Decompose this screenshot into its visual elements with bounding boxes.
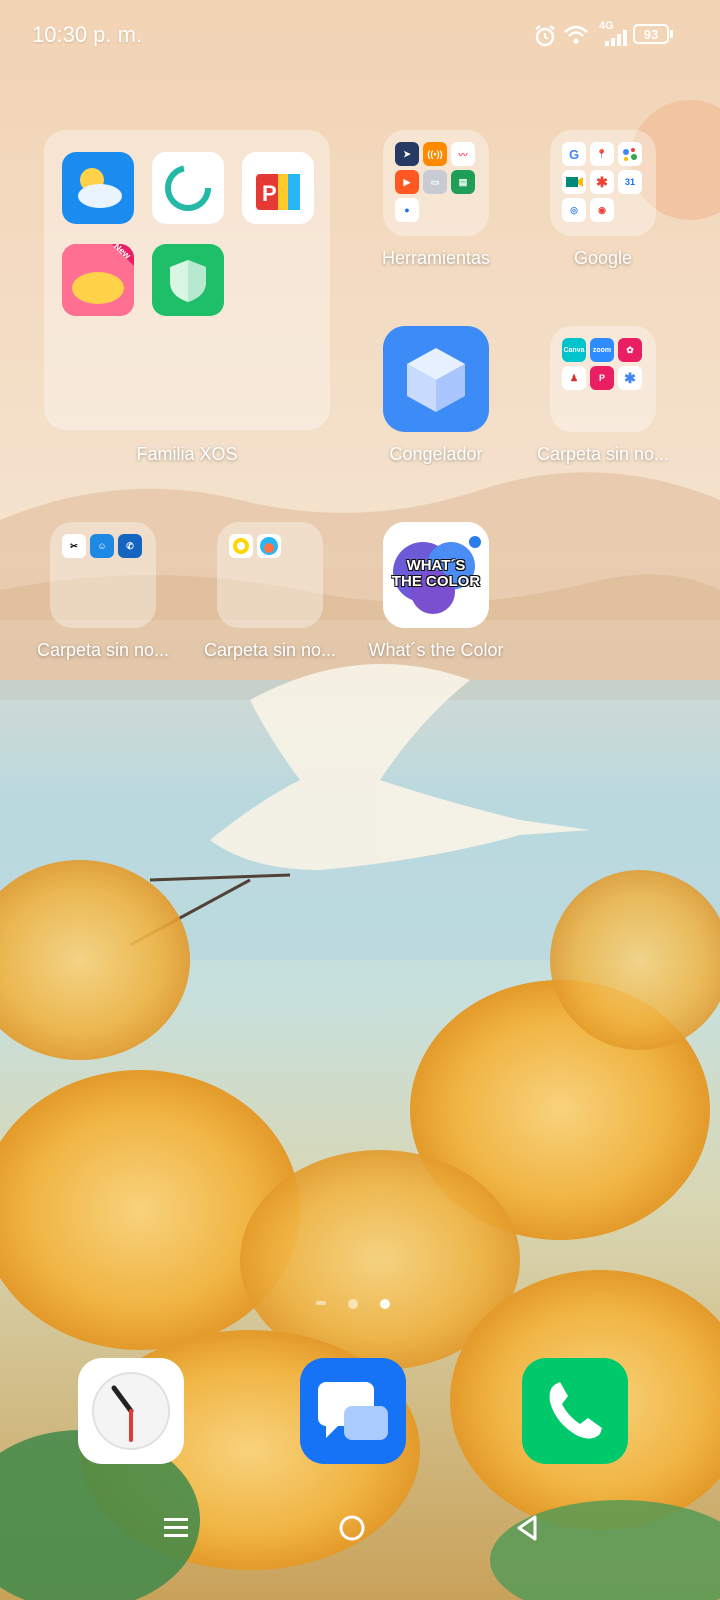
file-icon: ▭ [423,170,447,194]
p-app-icon: P [590,366,614,390]
status-time: 10:30 p. m. [32,22,143,47]
star-app-icon: ✱ [618,366,642,390]
recents-nav-button[interactable] [146,1498,206,1558]
folder-label-google: Google [573,248,633,268]
whats-the-color-app-icon[interactable]: WHAT´S THE COLOR [383,522,489,628]
battery-tip [670,30,673,38]
page-dot-1[interactable] [348,1299,358,1309]
calendar-icon: 31 [618,170,642,194]
page-dot-2-active[interactable] [380,1299,390,1309]
wps-office-icon[interactable]: P [242,152,314,224]
assistant-icon [618,142,642,166]
signal-icon [605,30,627,46]
whats-color-icon-text-1: WHAT´S [406,557,466,574]
folder-label-familia-xos: Familia XOS [136,444,238,464]
app-label-congelador: Congelador [389,444,483,464]
folder-familia-xos[interactable]: P New [44,130,330,430]
folder-carpeta-sin-nombre-2[interactable]: ✂ ☺ ✆ [50,522,156,628]
canva-icon: Canva [562,338,586,362]
menu-icon [164,1518,188,1537]
battery-indicator: 93 [633,24,669,44]
back-nav-button[interactable] [498,1498,558,1558]
page-indicator-minus1 [316,1301,326,1305]
avatar-app-icon: ☺ [90,534,114,558]
security-shield-icon[interactable] [152,244,224,316]
app-label-whats-the-color: What´s the Color [368,640,504,660]
capcut-icon: ✂ [62,534,86,558]
contacts-icon: ● [395,198,419,222]
folder-label-carpeta-1: Carpeta sin no... [536,444,670,464]
folder-label-herramientas: Herramientas [381,248,491,268]
flower-app-icon: ✿ [618,338,642,362]
folder-herramientas[interactable]: ➤ ((•)) 〰 ▶ ▭ ▤ ● [383,130,489,236]
folder-carpeta-sin-nombre-3[interactable] [217,522,323,628]
home-circle-icon [339,1515,365,1541]
hotspot-icon: ((•)) [423,142,447,166]
phone-app-icon[interactable] [522,1358,628,1464]
sheets-icon: ▤ [451,170,475,194]
folder-carpeta-sin-nombre-1[interactable]: Canva zoom ✿ ♟ P ✱ [550,326,656,432]
phone-app-mini-icon: ✆ [118,534,142,558]
whats-color-icon-text-2: THE COLOR [391,573,481,590]
ahagames-icon[interactable]: New [62,244,134,316]
navigator-icon: ➤ [395,142,419,166]
wifi-icon [563,24,589,46]
photos-icon: ✱ [590,170,614,194]
battery-level: 93 [643,26,659,42]
video-player-icon: ▶ [395,170,419,194]
voice-recorder-icon: 〰 [451,142,475,166]
folder-google[interactable]: G 📍 ✱ 31 ◎ ◉ [550,130,656,236]
youtube-music-icon: ◉ [590,198,614,222]
alarm-icon [533,24,557,48]
folder-label-carpeta-3: Carpeta sin no... [203,640,337,660]
character-app-icon [257,534,281,558]
svg-text:P: P [262,181,277,206]
phone-master-icon[interactable] [152,152,224,224]
maps-icon: 📍 [590,142,614,166]
home-nav-button[interactable] [322,1498,382,1558]
folder-label-carpeta-2: Carpeta sin no... [36,640,170,660]
meet-icon [562,170,586,194]
weather-icon[interactable] [62,152,134,224]
clock-app-icon[interactable] [78,1358,184,1464]
back-triangle-icon [517,1515,537,1541]
person-app-icon: ♟ [562,366,586,390]
ring-app-icon [229,534,253,558]
lens-icon: ◎ [562,198,586,222]
congelador-app-icon[interactable] [383,326,489,432]
google-search-icon: G [562,142,586,166]
zoom-icon: zoom [590,338,614,362]
messages-app-icon[interactable] [300,1358,406,1464]
